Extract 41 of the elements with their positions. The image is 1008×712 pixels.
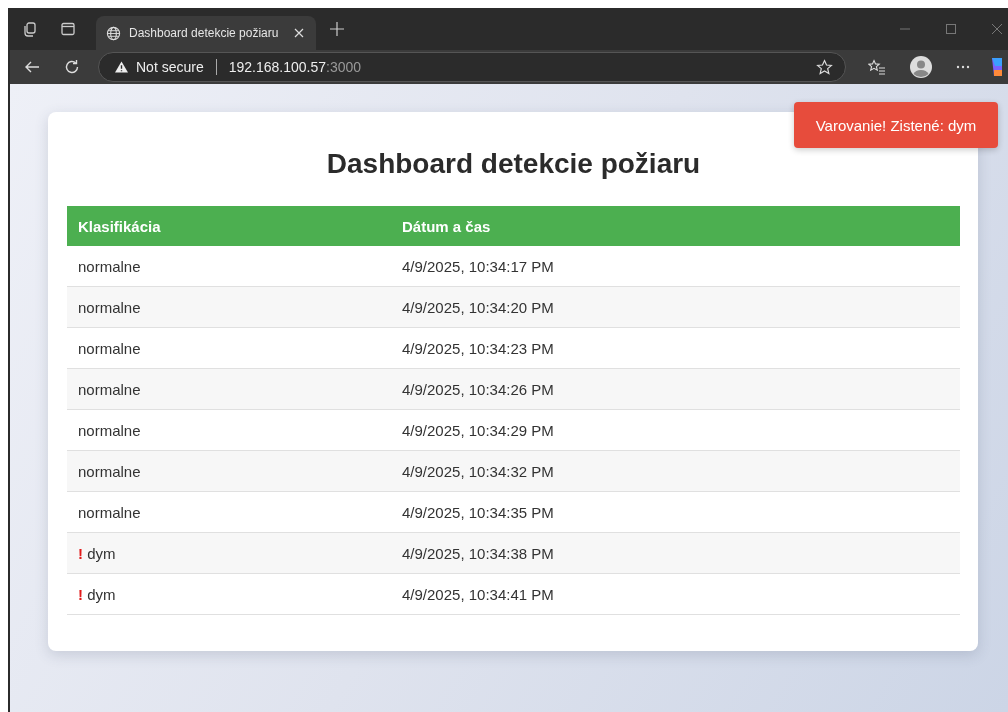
timestamp-text: 4/9/2025, 10:34:41 PM [402, 585, 554, 603]
timestamp-text: 4/9/2025, 10:34:29 PM [402, 421, 554, 439]
timestamp-text: 4/9/2025, 10:34:38 PM [402, 544, 554, 562]
warning-icon [115, 61, 128, 73]
column-header: Klasifikácia [67, 206, 391, 246]
classification-text: normalne [78, 298, 141, 316]
classification-text: dym [87, 585, 116, 603]
workspaces-icon[interactable] [22, 21, 38, 37]
classification-text: normalne [78, 257, 141, 275]
more-icon[interactable] [956, 65, 970, 69]
column-header: Dátum a čas [391, 206, 960, 246]
profile-icon[interactable] [910, 56, 932, 78]
favorites-icon[interactable] [868, 59, 886, 75]
tab-title: Dashboard detekcie požiaru [129, 26, 280, 40]
alert-mark: ! [78, 585, 83, 603]
url-text: 192.168.100.57:3000 [228, 59, 362, 75]
alert-mark: ! [78, 544, 83, 562]
timestamp-text: 4/9/2025, 10:34:17 PM [402, 257, 554, 275]
globe-icon [106, 25, 121, 41]
reload-icon[interactable] [64, 59, 80, 75]
classification-text: normalne [78, 503, 141, 521]
maximize-icon[interactable] [946, 24, 956, 34]
classification-text: normalne [78, 339, 141, 357]
new-tab-icon[interactable] [330, 22, 344, 36]
star-icon[interactable] [816, 58, 833, 76]
timestamp-text: 4/9/2025, 10:34:35 PM [402, 503, 554, 521]
classification-text: dym [87, 544, 116, 562]
tab-actions-icon[interactable] [60, 21, 76, 37]
page-title: Dashboard detekcie požiaru [325, 148, 702, 180]
timestamp-text: 4/9/2025, 10:34:26 PM [402, 380, 554, 398]
timestamp-text: 4/9/2025, 10:34:20 PM [402, 298, 554, 316]
back-icon[interactable] [24, 59, 40, 75]
browser-tab[interactable]: Dashboard detekcie požiaru [96, 16, 316, 50]
timestamp-text: 4/9/2025, 10:34:23 PM [402, 339, 554, 357]
classification-text: normalne [78, 462, 141, 480]
timestamp-text: 4/9/2025, 10:34:32 PM [402, 462, 554, 480]
classification-text: normalne [78, 421, 141, 439]
classification-text: normalne [78, 380, 141, 398]
warning-toast: Varovanie! Zistené: dym [794, 102, 998, 148]
address-bar[interactable]: Not secure 192.168.100.57:3000 [98, 52, 846, 82]
security-label: Not secure [136, 59, 204, 75]
